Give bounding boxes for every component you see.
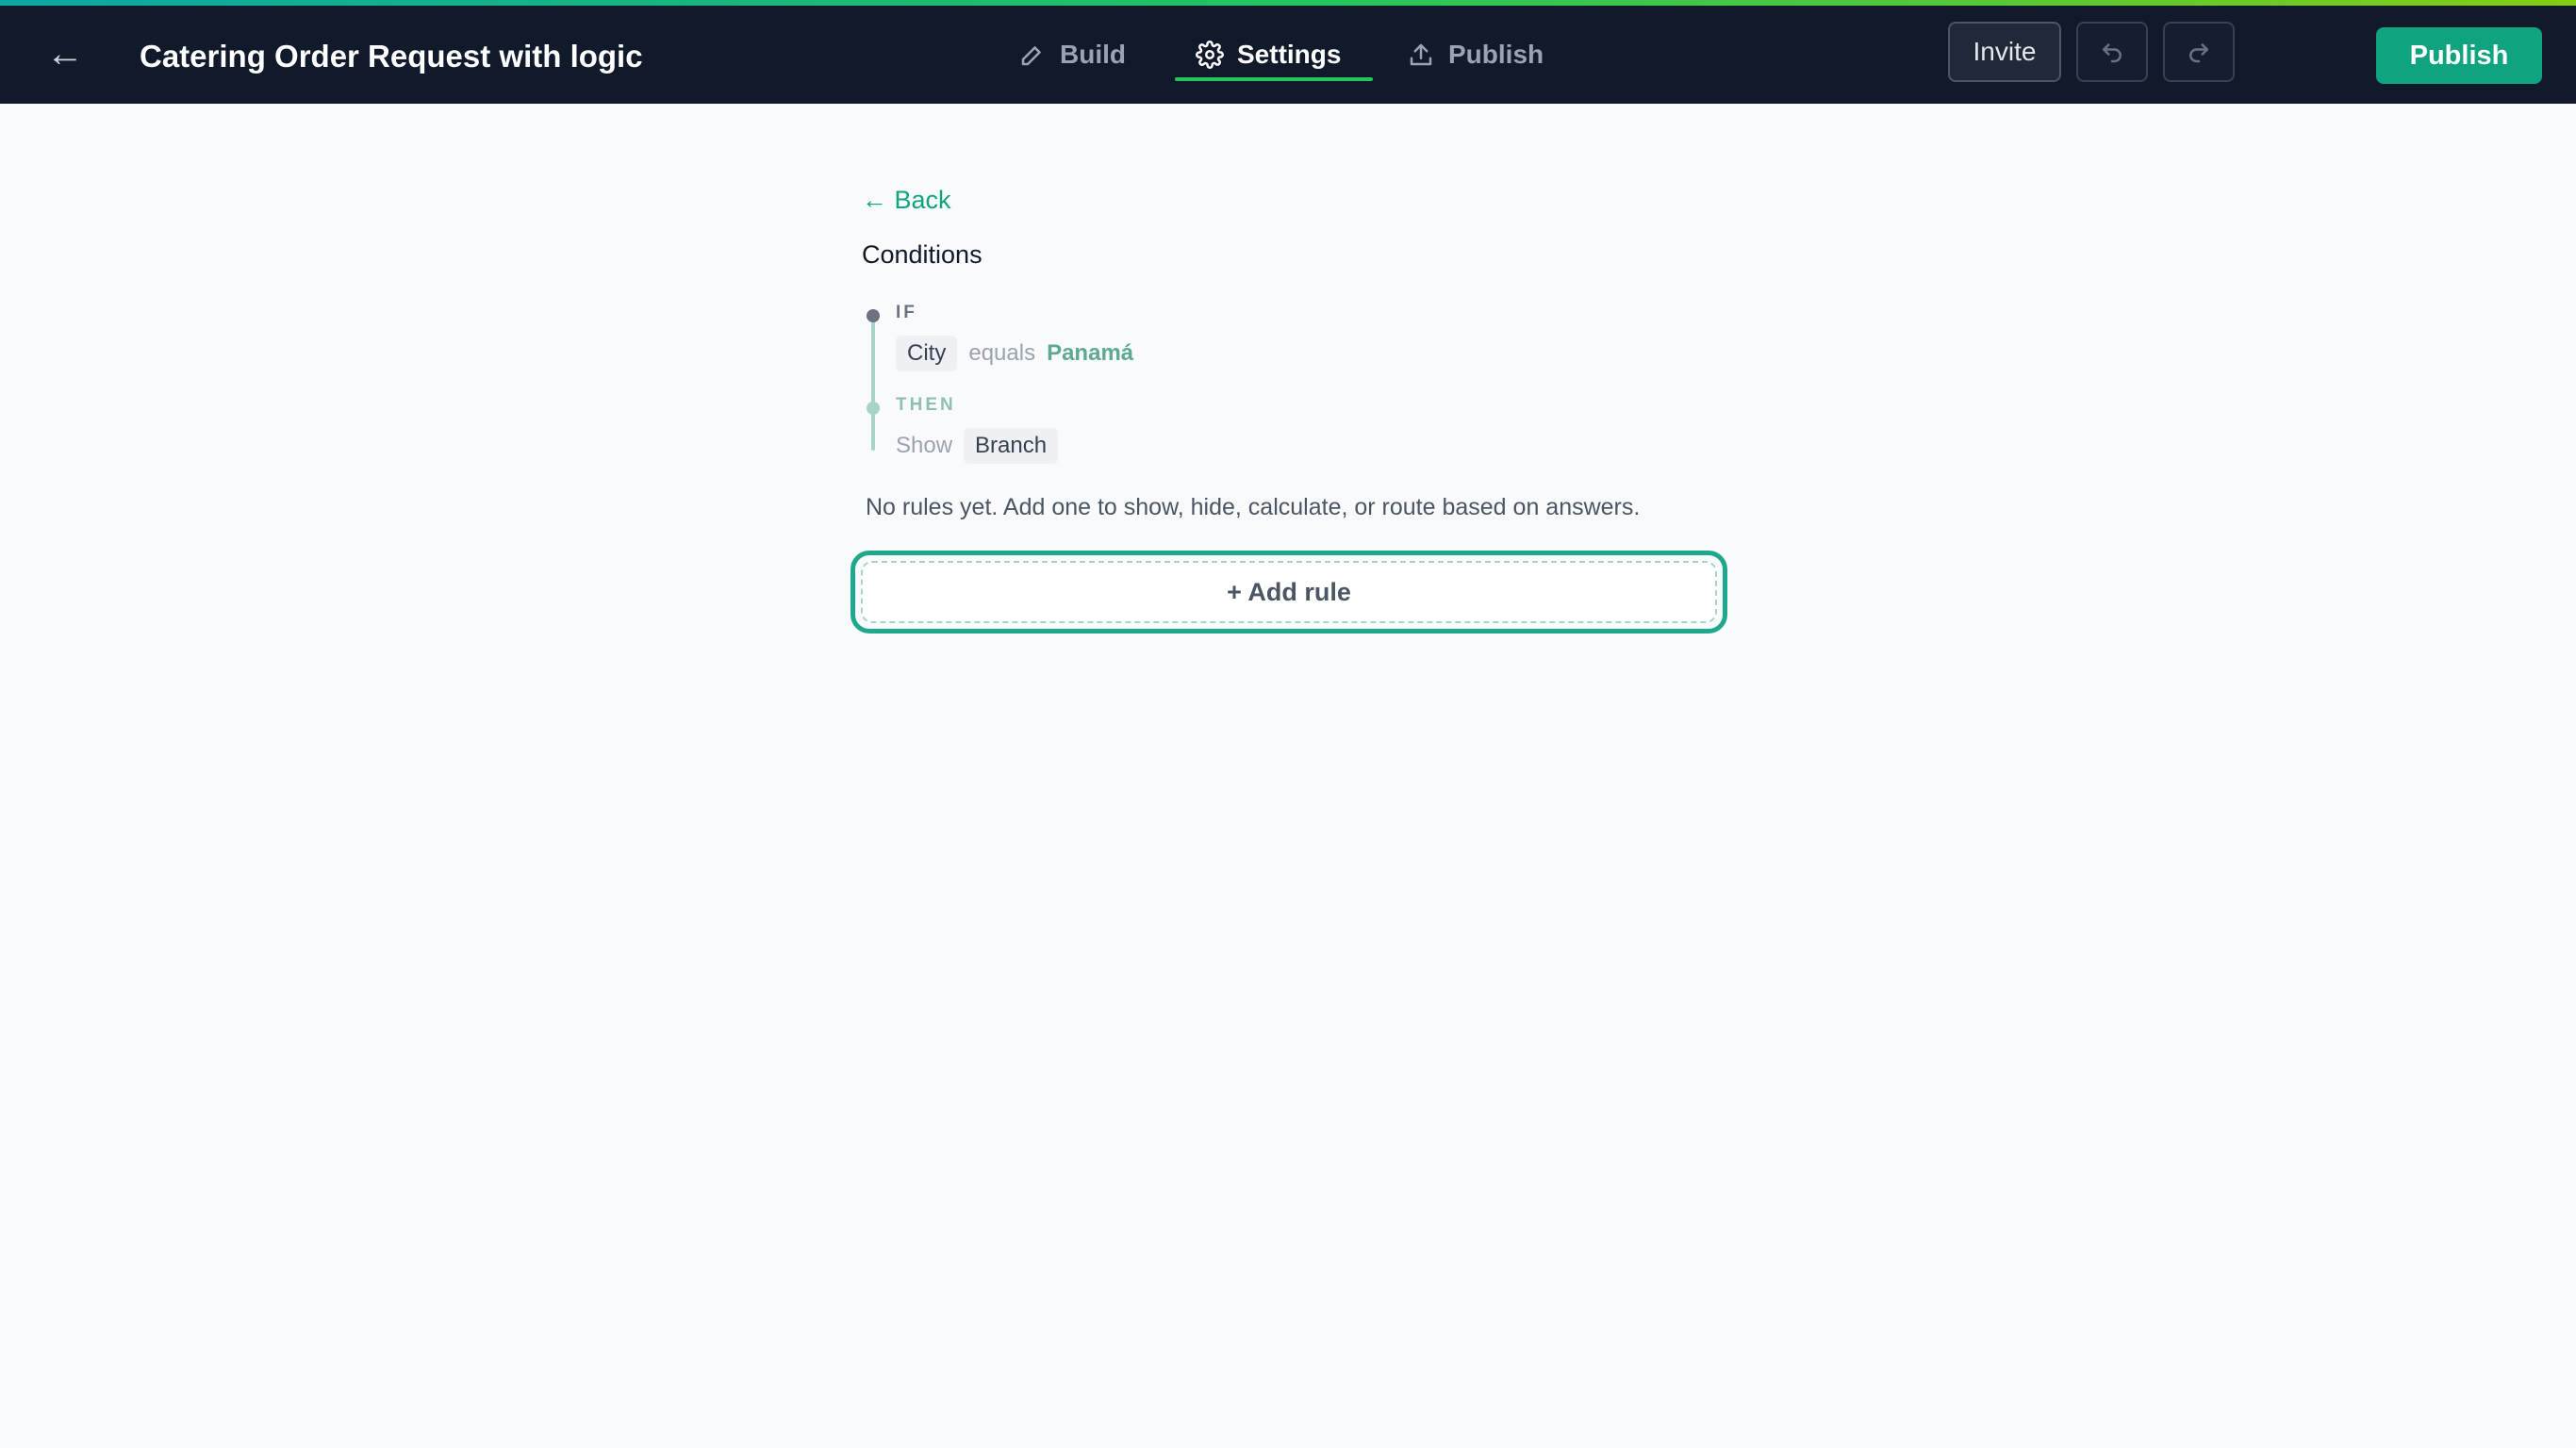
tab-settings[interactable]: Settings	[1196, 6, 1341, 104]
add-rule-focus-ring[interactable]: + Add rule	[850, 551, 1727, 634]
invite-button[interactable]: Invite	[1948, 22, 2061, 82]
add-rule-button[interactable]: + Add rule	[861, 561, 1717, 623]
back-link[interactable]: ← Back	[862, 181, 951, 219]
then-action[interactable]: Show	[896, 433, 952, 459]
then-target-chip[interactable]: Branch	[964, 428, 1059, 464]
tab-build-label: Build	[1060, 40, 1126, 69]
undo-icon	[2103, 43, 2122, 63]
upload-icon	[1410, 43, 1432, 66]
if-step-dot	[867, 309, 880, 322]
back-arrow-icon[interactable]: ←	[43, 32, 87, 75]
tab-build[interactable]: Build	[1018, 6, 1126, 104]
undo-button[interactable]	[2076, 22, 2148, 82]
redo-button[interactable]	[2163, 22, 2235, 82]
tab-publish-label: Publish	[1448, 40, 1544, 69]
top-navigation-bar: ← Catering Order Request with logic Buil…	[0, 6, 2576, 104]
redo-icon	[2189, 43, 2208, 63]
condition-timeline	[871, 319, 875, 451]
if-field-chip[interactable]: City	[896, 336, 958, 371]
form-title: Catering Order Request with logic	[140, 39, 643, 74]
then-clause[interactable]: Show Branch	[896, 427, 1059, 465]
publish-button[interactable]: Publish	[2376, 27, 2542, 84]
pencil-icon	[1021, 46, 1041, 66]
if-clause[interactable]: City equals Panamá	[896, 335, 1133, 372]
tab-settings-label: Settings	[1237, 40, 1342, 69]
if-value[interactable]: Panamá	[1047, 340, 1133, 367]
then-label: THEN	[896, 395, 956, 415]
if-operator[interactable]: equals	[968, 340, 1035, 367]
section-title: Conditions	[862, 240, 983, 269]
active-tab-indicator	[1175, 77, 1373, 81]
gear-icon	[1196, 41, 1224, 69]
then-step-dot	[867, 402, 880, 415]
if-label: IF	[896, 303, 917, 322]
empty-rules-message: No rules yet. Add one to show, hide, cal…	[866, 494, 1641, 520]
tab-publish[interactable]: Publish	[1407, 6, 1544, 104]
